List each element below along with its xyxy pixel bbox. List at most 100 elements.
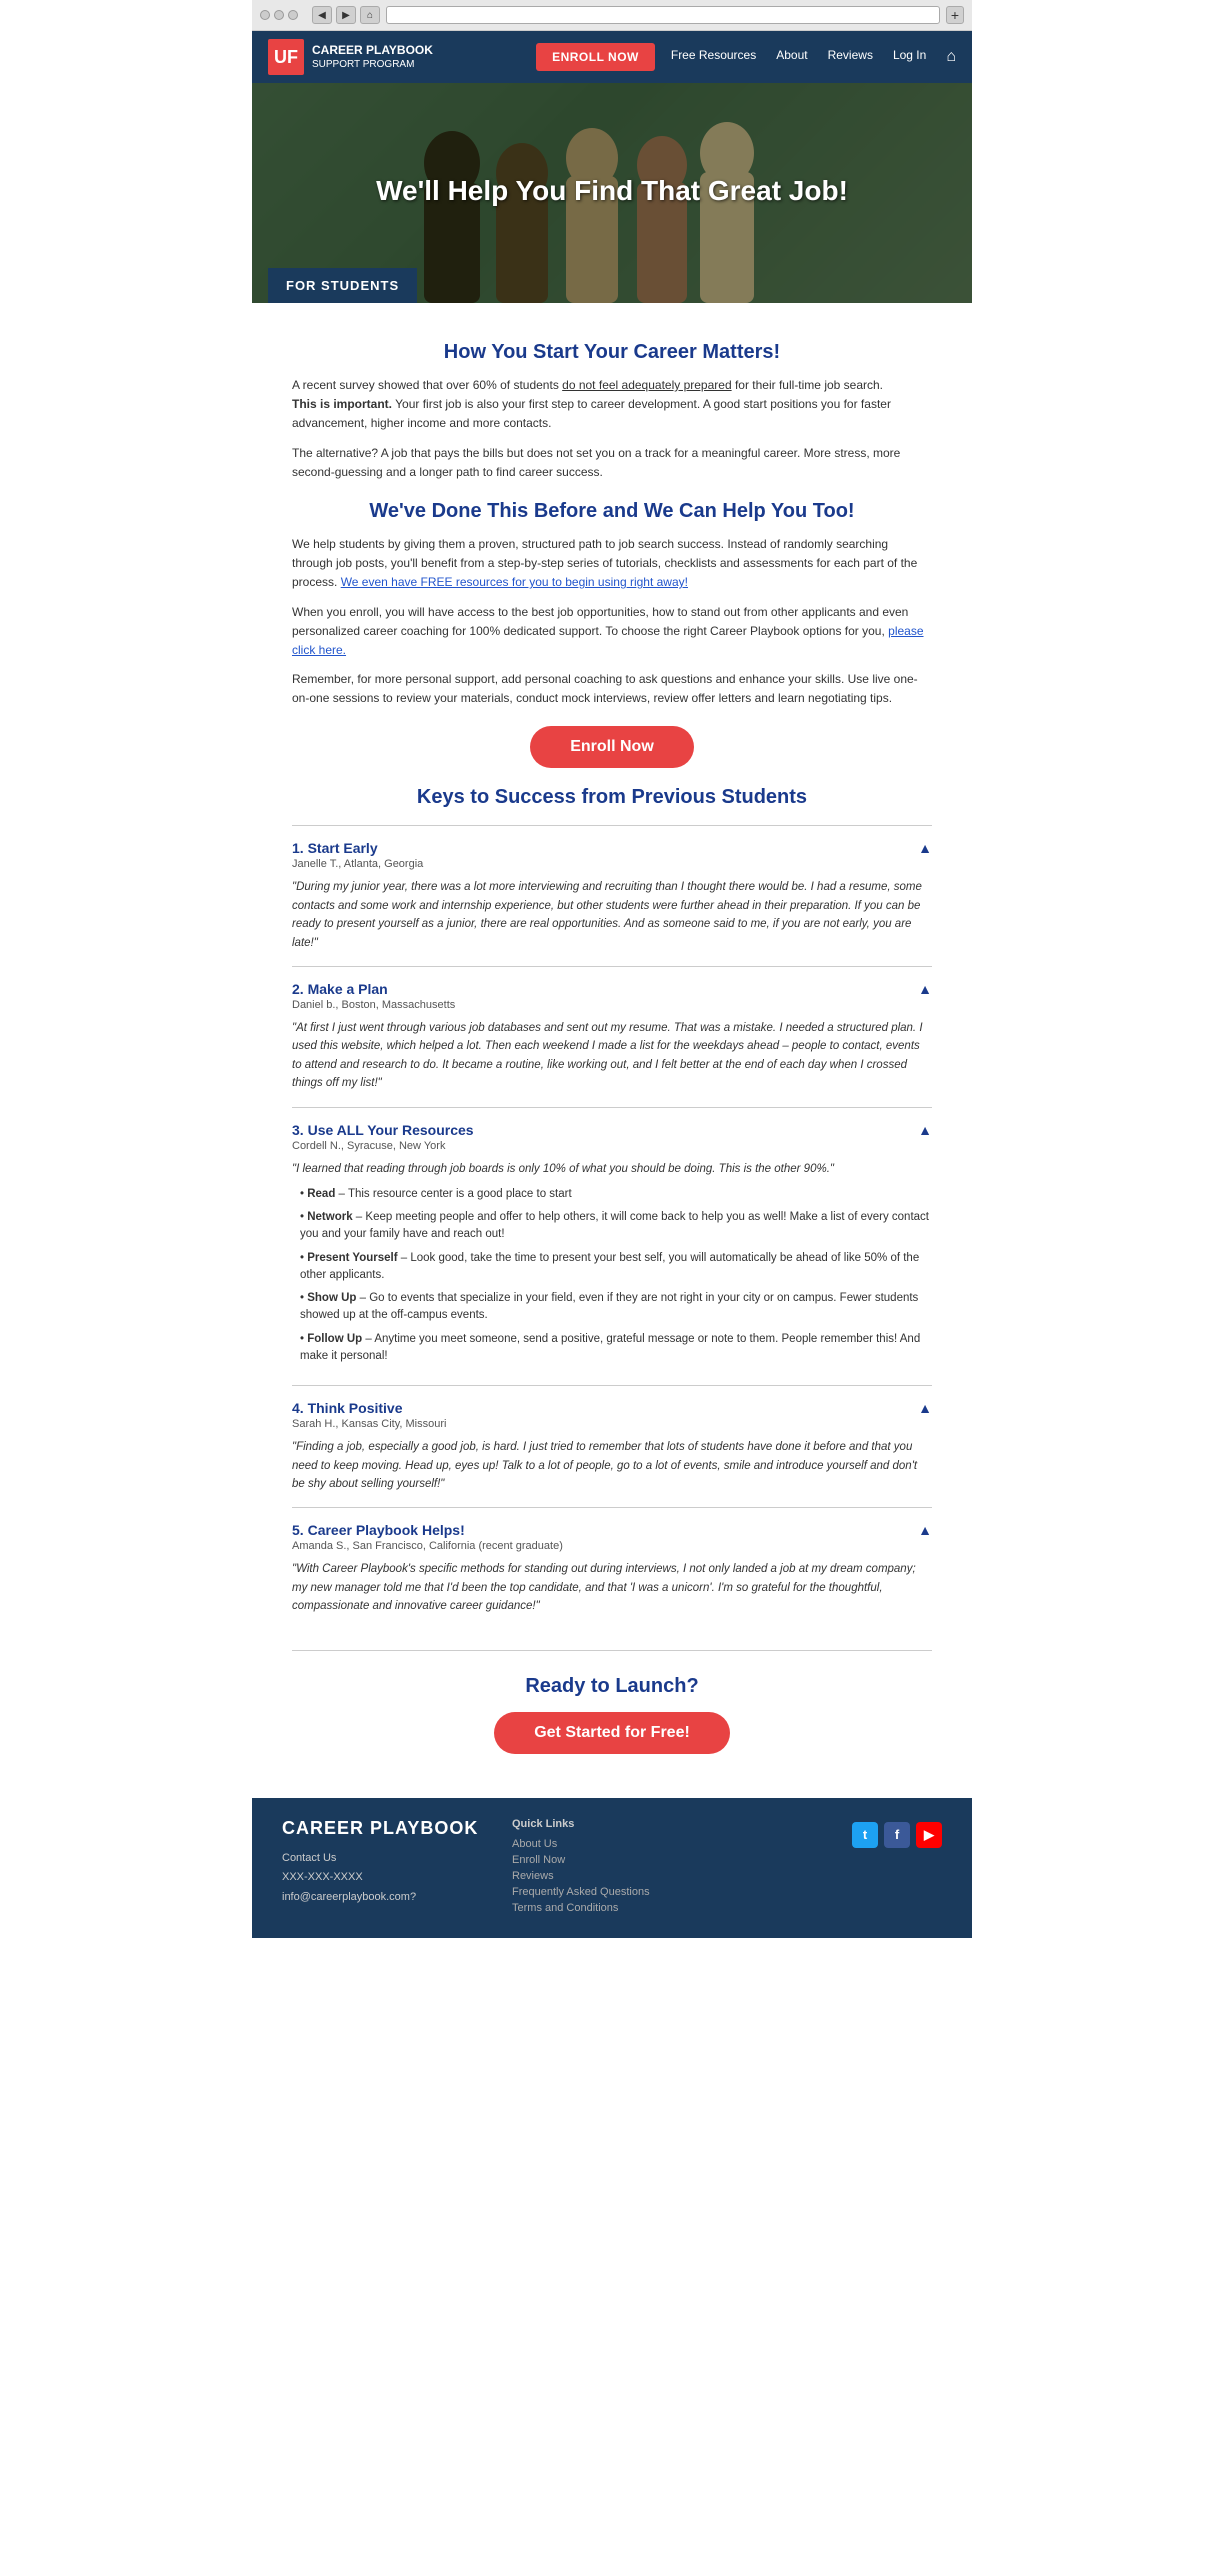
- expand-icon-2[interactable]: ▲: [918, 981, 932, 997]
- footer-inner: CAREER PLAYBOOK Contact Us XXX-XXX-XXXX …: [282, 1818, 942, 1918]
- intro-para-1: A recent survey showed that over 60% of …: [292, 376, 932, 434]
- key-item-5: 5. Career Playbook Helps! Amanda S., San…: [292, 1507, 932, 1629]
- twitter-icon[interactable]: t: [852, 1822, 878, 1848]
- footer-link-faq[interactable]: Frequently Asked Questions: [512, 1886, 822, 1898]
- key-person-4: Sarah H., Kansas City, Missouri: [292, 1418, 446, 1430]
- key-title-2: 2. Make a Plan: [292, 981, 455, 997]
- key-item-4: 4. Think Positive Sarah H., Kansas City,…: [292, 1385, 932, 1507]
- nav-reviews[interactable]: Reviews: [828, 48, 873, 66]
- back-button[interactable]: ◀: [312, 6, 332, 24]
- browser-chrome: ◀ ▶ ⌂ +: [252, 0, 972, 31]
- bullet-label-network: Network: [307, 1211, 352, 1223]
- browser-nav: ◀ ▶ ⌂: [312, 6, 380, 24]
- section-heading-1: How You Start Your Career Matters!: [292, 341, 932, 364]
- logo-text: CAREER PLAYBOOK SUPPORT PROGRAM: [312, 43, 433, 72]
- footer-link-terms[interactable]: Terms and Conditions: [512, 1902, 822, 1914]
- bullet-read: • Read – This resource center is a good …: [300, 1186, 932, 1203]
- bullet-followup: • Follow Up – Anytime you meet someone, …: [300, 1331, 932, 1366]
- key-title-4: 4. Think Positive: [292, 1400, 446, 1416]
- bullet-text-showup: – Go to events that specialize in your f…: [300, 1292, 918, 1321]
- intro-para-6: Remember, for more personal support, add…: [292, 670, 932, 708]
- key-item-3: 3. Use ALL Your Resources Cordell N., Sy…: [292, 1107, 932, 1386]
- nav-home-icon[interactable]: ⌂: [946, 48, 956, 66]
- key-quote-4: "Finding a job, especially a good job, i…: [292, 1438, 932, 1493]
- expand-icon-3[interactable]: ▲: [918, 1122, 932, 1138]
- key-header-5: 5. Career Playbook Helps! Amanda S., San…: [292, 1522, 932, 1560]
- key-header-2: 2. Make a Plan Daniel b., Boston, Massac…: [292, 981, 932, 1019]
- top-navigation: UF CAREER PLAYBOOK SUPPORT PROGRAM ENROL…: [252, 31, 972, 83]
- close-dot[interactable]: [260, 10, 270, 20]
- hero-title: We'll Help You Find That Great Job!: [252, 144, 972, 268]
- footer-link-enroll[interactable]: Enroll Now: [512, 1854, 822, 1866]
- nav-links: Free Resources About Reviews Log In ⌂: [671, 48, 956, 66]
- bullet-label-followup: Follow Up: [307, 1333, 362, 1345]
- maximize-dot[interactable]: [288, 10, 298, 20]
- section-heading-2: We've Done This Before and We Can Help Y…: [292, 500, 932, 523]
- footer-email[interactable]: info@careerplaybook.com?: [282, 1888, 482, 1908]
- nav-about[interactable]: About: [776, 48, 807, 66]
- key-title-1: 1. Start Early: [292, 840, 423, 856]
- intro-para-1b: for their full-time job search.: [732, 378, 883, 392]
- main-content: How You Start Your Career Matters! A rec…: [252, 303, 972, 1798]
- footer-logo: CAREER PLAYBOOK: [282, 1818, 482, 1839]
- footer: CAREER PLAYBOOK Contact Us XXX-XXX-XXXX …: [252, 1798, 972, 1938]
- forward-button[interactable]: ▶: [336, 6, 356, 24]
- key-header-4: 4. Think Positive Sarah H., Kansas City,…: [292, 1400, 932, 1438]
- logo: UF CAREER PLAYBOOK SUPPORT PROGRAM: [268, 39, 433, 75]
- intro-para-5: When you enroll, you will have access to…: [292, 603, 932, 661]
- key-person-5: Amanda S., San Francisco, California (re…: [292, 1540, 563, 1552]
- key-title-3: 3. Use ALL Your Resources: [292, 1122, 474, 1138]
- youtube-icon[interactable]: ▶: [916, 1822, 942, 1848]
- footer-contact: Contact Us XXX-XXX-XXXX info@careerplayb…: [282, 1849, 482, 1908]
- key-title-5: 5. Career Playbook Helps!: [292, 1522, 563, 1538]
- expand-icon-1[interactable]: ▲: [918, 840, 932, 856]
- logo-line1: CAREER PLAYBOOK: [312, 43, 433, 59]
- footer-brand: CAREER PLAYBOOK Contact Us XXX-XXX-XXXX …: [282, 1818, 482, 1908]
- bullet-label-showup: Show Up: [307, 1292, 356, 1304]
- bullet-text-followup: – Anytime you meet someone, send a posit…: [300, 1333, 920, 1362]
- key-quote-2: "At first I just went through various jo…: [292, 1019, 932, 1093]
- footer-links-column: Quick Links About Us Enroll Now Reviews …: [512, 1818, 822, 1918]
- nav-free-resources[interactable]: Free Resources: [671, 48, 756, 66]
- cta-heading: Ready to Launch?: [292, 1675, 932, 1698]
- intro-para-1-underline: do not feel adequately prepared: [562, 378, 731, 392]
- address-bar[interactable]: [386, 6, 940, 24]
- key-header-1: 1. Start Early Janelle T., Atlanta, Geor…: [292, 840, 932, 878]
- bullet-label-present: Present Yourself: [307, 1252, 397, 1264]
- footer-links-heading: Quick Links: [512, 1818, 822, 1830]
- bullet-present: • Present Yourself – Look good, take the…: [300, 1250, 932, 1285]
- bullet-network: • Network – Keep meeting people and offe…: [300, 1209, 932, 1244]
- intro-para-2-bold: This is important.: [292, 397, 392, 411]
- cta-section: Ready to Launch? Get Started for Free!: [292, 1650, 932, 1778]
- hero-section: We'll Help You Find That Great Job! FOR …: [252, 83, 972, 303]
- new-tab-button[interactable]: +: [946, 6, 964, 24]
- enroll-now-button[interactable]: Enroll Now: [530, 726, 694, 768]
- browser-dots: [260, 10, 298, 20]
- bullet-label-read: Read: [307, 1188, 335, 1200]
- minimize-dot[interactable]: [274, 10, 284, 20]
- nav-login[interactable]: Log In: [893, 48, 926, 66]
- footer-link-about[interactable]: About Us: [512, 1838, 822, 1850]
- intro-para-5a: When you enroll, you will have access to…: [292, 605, 908, 638]
- expand-icon-5[interactable]: ▲: [918, 1522, 932, 1538]
- key-person-1: Janelle T., Atlanta, Georgia: [292, 858, 423, 870]
- key-item-1: 1. Start Early Janelle T., Atlanta, Geor…: [292, 825, 932, 966]
- intro-link-1[interactable]: We even have FREE resources for you to b…: [341, 575, 688, 589]
- home-button[interactable]: ⌂: [360, 6, 380, 24]
- logo-line2: SUPPORT PROGRAM: [312, 58, 433, 71]
- bullet-text-network: – Keep meeting people and offer to help …: [300, 1211, 929, 1240]
- keys-heading: Keys to Success from Previous Students: [292, 786, 932, 809]
- get-started-button[interactable]: Get Started for Free!: [494, 1712, 730, 1754]
- key-item-2: 2. Make a Plan Daniel b., Boston, Massac…: [292, 966, 932, 1107]
- enroll-now-nav-button[interactable]: ENROLL NOW: [536, 43, 655, 71]
- key-person-3: Cordell N., Syracuse, New York: [292, 1140, 474, 1152]
- key-person-2: Daniel b., Boston, Massachusetts: [292, 999, 455, 1011]
- hero-badge: FOR STUDENTS: [268, 268, 417, 303]
- footer-social: t f ▶: [852, 1822, 942, 1848]
- hero-footer: FOR STUDENTS: [252, 268, 972, 303]
- footer-phone: XXX-XXX-XXXX: [282, 1868, 482, 1888]
- facebook-icon[interactable]: f: [884, 1822, 910, 1848]
- expand-icon-4[interactable]: ▲: [918, 1400, 932, 1416]
- key-quote-1: "During my junior year, there was a lot …: [292, 878, 932, 952]
- footer-link-reviews[interactable]: Reviews: [512, 1870, 822, 1882]
